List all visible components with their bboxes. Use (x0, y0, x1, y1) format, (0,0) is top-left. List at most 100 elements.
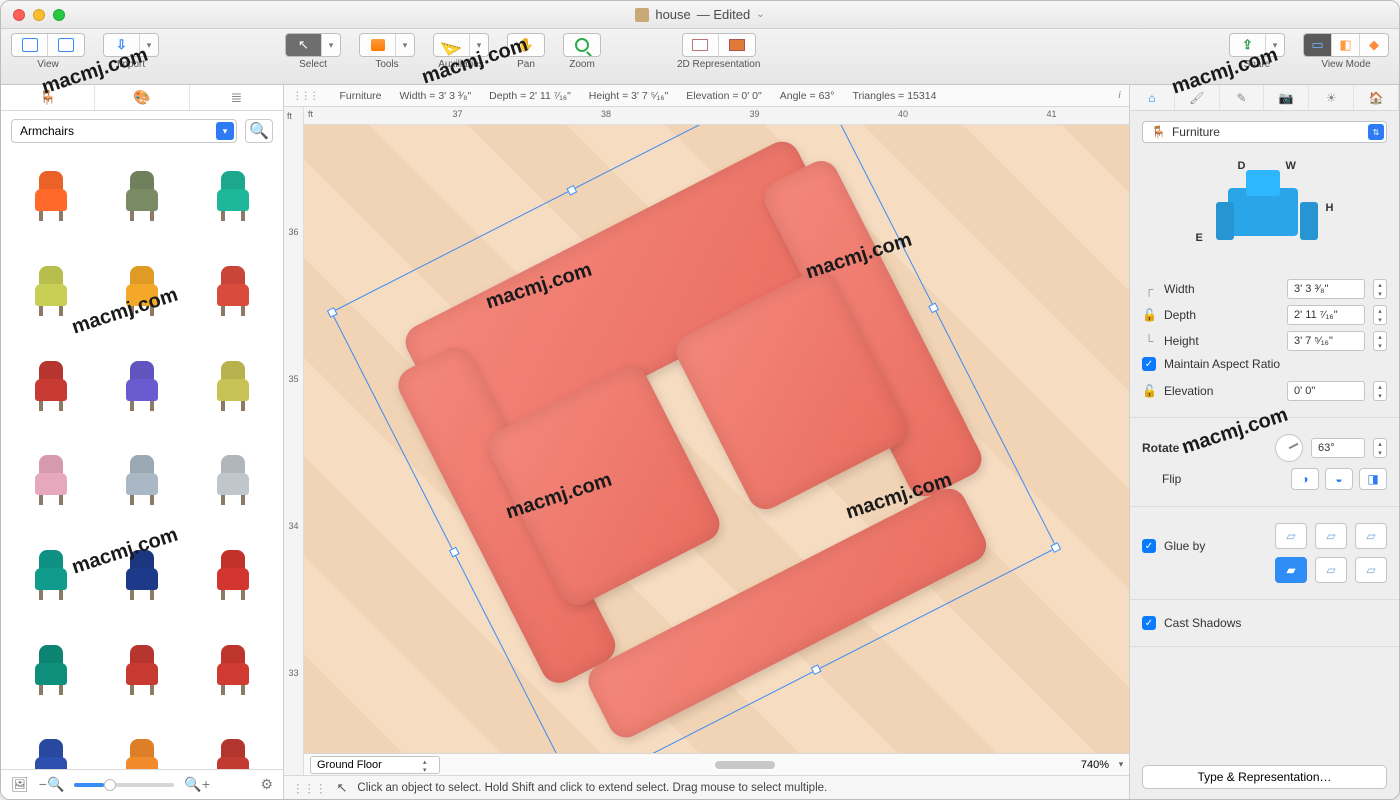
resize-handle-t[interactable] (566, 185, 577, 196)
library-item[interactable] (102, 723, 183, 769)
library-item[interactable] (11, 628, 92, 709)
view-toggle-left[interactable] (12, 34, 48, 56)
library-tab-list[interactable]: ≣ (190, 85, 283, 110)
depth-stepper[interactable]: ▴▾ (1373, 305, 1387, 325)
resize-handle-r[interactable] (928, 302, 939, 313)
resize-handle-b[interactable] (811, 664, 822, 675)
viewmode-walk[interactable]: ◆ (1360, 34, 1388, 56)
object-type-select[interactable]: 🪑 Furniture ⇅ (1142, 121, 1387, 143)
title-menu-caret[interactable]: ⌄ (756, 9, 764, 20)
library-item[interactable] (102, 439, 183, 520)
library-item[interactable] (11, 439, 92, 520)
zoom-menu[interactable]: ▾ (1113, 759, 1129, 770)
lock-icon[interactable]: 🔓 (1142, 308, 1156, 322)
resize-handle-br[interactable] (1050, 542, 1061, 553)
library-item[interactable] (192, 439, 273, 520)
import-button[interactable]: ⇩ ▾ (103, 33, 159, 57)
inspector-tab-edit[interactable]: ✎ (1220, 85, 1265, 110)
flip-horizontal-button[interactable]: ◑ (1291, 468, 1319, 490)
viewmode-2d[interactable]: ▭ (1304, 34, 1332, 56)
tools-menu[interactable]: ▾ (396, 34, 414, 56)
height-stepper[interactable]: ▴▾ (1373, 331, 1387, 351)
depth-field[interactable]: 2' 11 ⁷⁄₁₆" (1287, 305, 1365, 325)
rotate-dial[interactable] (1275, 434, 1303, 462)
lock-icon[interactable]: 🔓 (1142, 384, 1156, 398)
elevation-stepper[interactable]: ▴▾ (1373, 381, 1387, 401)
library-item[interactable] (11, 250, 92, 331)
flip-vertical-button[interactable]: ◒ (1325, 468, 1353, 490)
library-item[interactable] (192, 534, 273, 615)
resize-handle-tl[interactable] (327, 307, 338, 318)
glue-opt-1[interactable]: ▱ (1275, 523, 1307, 549)
zoom-out-button[interactable]: −🔍 (39, 776, 65, 793)
zoom-tool[interactable] (563, 33, 601, 57)
library-item[interactable] (102, 628, 183, 709)
library-item[interactable] (192, 155, 273, 236)
aspect-checkbox[interactable]: ✓ (1142, 357, 1156, 371)
import-menu[interactable]: ▾ (140, 34, 158, 56)
library-item[interactable] (192, 344, 273, 425)
inspector-tab-geometry[interactable]: ⌂ (1130, 85, 1175, 110)
library-tab-furniture[interactable]: 🪑 (1, 85, 95, 110)
view-toggle-right[interactable] (48, 34, 84, 56)
close-window-button[interactable] (13, 9, 25, 21)
library-item[interactable] (102, 534, 183, 615)
selected-furniture[interactable] (399, 135, 988, 724)
floor-select[interactable]: Ground Floor ▴▾ (310, 756, 440, 774)
height-field[interactable]: 3' 7 ⁵⁄₁₆" (1287, 331, 1365, 351)
zoom-in-button[interactable]: 🔍+ (184, 776, 210, 793)
horizontal-scrollbar[interactable] (446, 761, 1043, 769)
library-item[interactable] (192, 250, 273, 331)
rotate-field[interactable]: 63° (1311, 438, 1365, 458)
elevation-field[interactable]: 0' 0" (1287, 381, 1365, 401)
rep-outline[interactable] (683, 34, 719, 56)
type-representation-button[interactable]: Type & Representation… (1142, 765, 1387, 789)
glue-opt-6[interactable]: ▱ (1355, 557, 1387, 583)
zoom-window-button[interactable] (53, 9, 65, 21)
inspector-tab-camera[interactable]: 📷 (1264, 85, 1309, 110)
shadows-checkbox[interactable]: ✓ (1142, 616, 1156, 630)
image-icon[interactable]: 🖼 (11, 776, 29, 793)
library-item[interactable] (11, 534, 92, 615)
viewmode-3d[interactable]: ◧ (1332, 34, 1360, 56)
glue-opt-4[interactable]: ▰ (1275, 557, 1307, 583)
select-tool[interactable]: ↖ ▾ (285, 33, 341, 57)
width-stepper[interactable]: ▴▾ (1373, 279, 1387, 299)
share-menu[interactable]: ▾ (1266, 34, 1284, 56)
library-search-button[interactable]: 🔍 (245, 119, 273, 143)
rotate-stepper[interactable]: ▴▾ (1373, 438, 1387, 458)
glue-opt-2[interactable]: ▱ (1315, 523, 1347, 549)
glue-opt-5[interactable]: ▱ (1315, 557, 1347, 583)
plan-viewport[interactable]: macmj.com macmj.com macmj.com macmj.com (304, 125, 1129, 753)
share-button[interactable]: ⇪ ▾ (1229, 33, 1285, 57)
select-tool-menu[interactable]: ▾ (322, 34, 340, 56)
library-item[interactable] (11, 723, 92, 769)
library-item[interactable] (192, 628, 273, 709)
rep-solid[interactable] (719, 34, 755, 56)
thumb-zoom-slider[interactable] (74, 783, 174, 787)
minimize-window-button[interactable] (33, 9, 45, 21)
auxiliaries-menu[interactable]: ▾ (470, 34, 488, 56)
category-select[interactable]: Armchairs ▾ (11, 119, 237, 143)
library-item[interactable] (11, 155, 92, 236)
library-tab-materials[interactable]: 🎨 (95, 85, 189, 110)
glue-opt-3[interactable]: ▱ (1355, 523, 1387, 549)
library-item[interactable] (102, 344, 183, 425)
selection-box[interactable] (331, 125, 1057, 753)
inspector-tab-light[interactable]: ☀ (1309, 85, 1354, 110)
library-settings-button[interactable]: ⚙ (260, 776, 273, 793)
library-item[interactable] (192, 723, 273, 769)
library-item[interactable] (102, 250, 183, 331)
pan-tool[interactable]: ✋ (507, 33, 545, 57)
width-field[interactable]: 3' 3 ³⁄₈" (1287, 279, 1365, 299)
library-item[interactable] (102, 155, 183, 236)
inspector-tab-paint[interactable]: 🖌 (1175, 85, 1220, 110)
resize-handle-l[interactable] (449, 547, 460, 558)
auxiliaries-button[interactable]: 📐 ▾ (433, 33, 489, 57)
flip-depth-button[interactable]: ◨ (1359, 468, 1387, 490)
library-item[interactable] (11, 344, 92, 425)
inspector-tab-building[interactable]: 🏠 (1354, 85, 1399, 110)
tools-button[interactable]: ▾ (359, 33, 415, 57)
glue-checkbox[interactable]: ✓ (1142, 539, 1156, 553)
info-icon[interactable]: i (1118, 90, 1121, 101)
